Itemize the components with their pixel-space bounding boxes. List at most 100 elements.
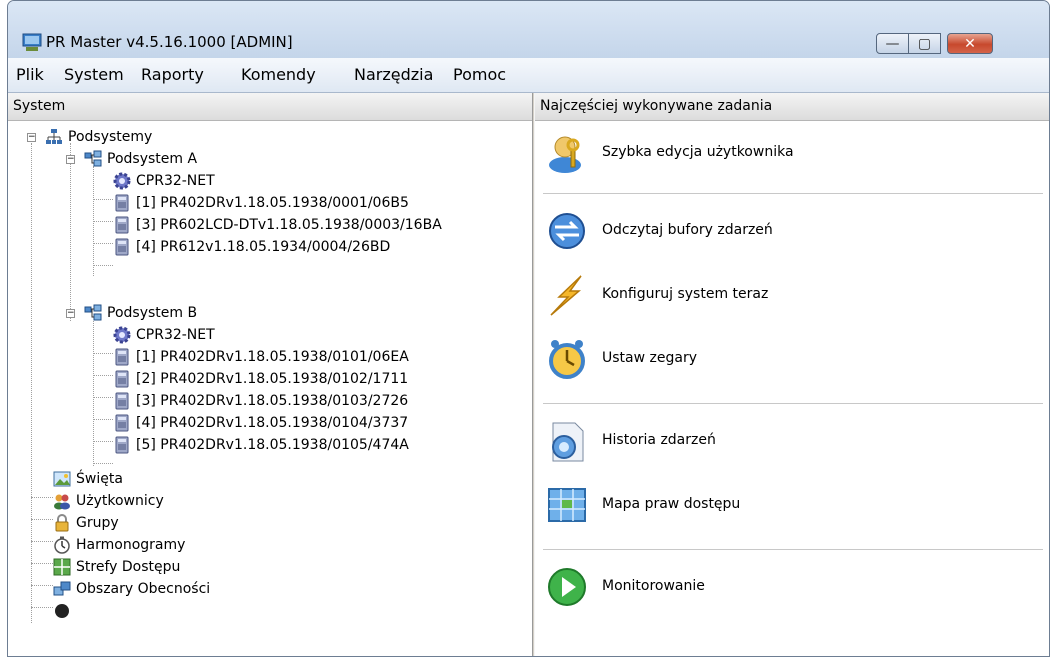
tree-item-grupy[interactable]: Grupy	[53, 513, 119, 533]
tree-item-controller[interactable]: [2] PR402DRv1.18.05.1938/0102/1711	[113, 369, 408, 389]
menu-narzedzia[interactable]: Narzędzia	[354, 65, 433, 84]
minimize-button[interactable]: —	[876, 33, 909, 54]
menu-system[interactable]: System	[64, 65, 124, 84]
tree-item-podsystem-b[interactable]: Podsystem B	[84, 303, 197, 323]
tree-line	[31, 541, 53, 542]
close-button[interactable]: ✕	[947, 33, 993, 54]
network-icon	[45, 128, 63, 146]
stopwatch-icon	[53, 536, 71, 554]
task-quick-user-edit[interactable]: Szybka edycja użytkownika	[535, 125, 1045, 185]
gear-icon	[113, 172, 131, 190]
tree-item-uzytkownicy[interactable]: Użytkownicy	[53, 491, 164, 511]
tree-item-controller[interactable]: [3] PR402DRv1.18.05.1938/0103/2726	[113, 391, 408, 411]
tree-item-label: [3] PR602LCD-DTv1.18.05.1938/0003/16BA	[136, 217, 442, 233]
menu-raporty[interactable]: Raporty	[141, 65, 204, 84]
tree-item-label: Użytkownicy	[76, 493, 164, 509]
tree-line	[93, 265, 113, 266]
controller-icon	[113, 238, 131, 256]
tree-item-label: [3] PR402DRv1.18.05.1938/0103/2726	[136, 393, 409, 409]
tree-item-swieta[interactable]: Święta	[53, 469, 123, 489]
tree-line	[31, 585, 53, 586]
tree-item-controller[interactable]: [4] PR612v1.18.05.1934/0004/26BD	[113, 237, 390, 257]
task-label: Odczytaj bufory zdarzeń	[602, 222, 773, 238]
task-label: Ustaw zegary	[602, 350, 697, 366]
lightning-icon	[550, 275, 582, 316]
task-label: Szybka edycja użytkownika	[602, 144, 794, 160]
task-monitoring[interactable]: Monitorowanie	[535, 559, 1045, 619]
task-read-event-buffers[interactable]: Odczytaj bufory zdarzeń	[535, 203, 1045, 263]
collapse-toggle[interactable]: −	[27, 133, 36, 142]
holiday-picture-icon	[53, 470, 71, 488]
tree-line	[93, 243, 113, 244]
subsystem-icon	[84, 304, 102, 322]
tree-item-label: Strefy Dostępu	[76, 559, 181, 575]
tree-item-label: Grupy	[76, 515, 119, 531]
zones-grid-icon	[53, 558, 71, 576]
tree-item-harmonogramy[interactable]: Harmonogramy	[53, 535, 185, 555]
tree-item-controller[interactable]: [5] PR402DRv1.18.05.1938/0105/474A	[113, 435, 409, 455]
task-set-clocks[interactable]: Ustaw zegary	[535, 331, 1045, 391]
tree-item-obszary-obecnosci[interactable]: Obszary Obecności	[53, 579, 210, 599]
tree-item-partial	[53, 601, 76, 621]
menu-plik[interactable]: Plik	[16, 65, 44, 84]
history-icon	[552, 422, 584, 462]
tree-item-label: [4] PR612v1.18.05.1934/0004/26BD	[136, 239, 391, 255]
collapse-toggle[interactable]: −	[66, 309, 75, 318]
maximize-button[interactable]: ▢	[908, 33, 941, 54]
task-access-rights-map[interactable]: Mapa praw dostępu	[535, 477, 1045, 537]
task-event-history[interactable]: Historia zdarzeń	[535, 413, 1045, 473]
controller-icon	[113, 436, 131, 454]
controller-icon	[113, 194, 131, 212]
tree-line	[31, 143, 32, 623]
collapse-toggle[interactable]: −	[66, 155, 75, 164]
tree-item-controller[interactable]: [1] PR402DRv1.18.05.1938/0101/06EA	[113, 347, 409, 367]
tree-line	[93, 221, 113, 222]
tree-item-controller[interactable]: [1] PR402DRv1.18.05.1938/0001/06B5	[113, 193, 409, 213]
monitoring-play-icon	[548, 568, 586, 606]
main-window: PR Master v4.5.16.1000 [ADMIN] — ▢ ✕ Pli…	[7, 0, 1050, 657]
app-icon	[22, 33, 42, 51]
tree-item-label: [4] PR402DRv1.18.05.1938/0104/3737	[136, 415, 409, 431]
subsystem-icon	[84, 150, 102, 168]
controller-icon	[113, 414, 131, 432]
menu-komendy[interactable]: Komendy	[241, 65, 316, 84]
tree-line	[93, 397, 113, 398]
menu-bar: Plik System Raporty Komendy Narzędzia Po…	[8, 58, 1049, 93]
read-buffer-icon	[549, 213, 585, 249]
tree-item-label: [5] PR402DRv1.18.05.1938/0105/474A	[136, 437, 409, 453]
tree-line	[31, 519, 53, 520]
users-icon	[53, 492, 71, 510]
controller-icon	[113, 370, 131, 388]
tree-line	[93, 463, 113, 464]
tree-item-label: [1] PR402DRv1.18.05.1938/0001/06B5	[136, 195, 409, 211]
task-separator	[543, 549, 1043, 550]
tree-item-controller[interactable]: [3] PR602LCD-DTv1.18.05.1938/0003/16BA	[113, 215, 442, 235]
tree-line	[93, 419, 113, 420]
tree-item-cpr32-net[interactable]: CPR32-NET	[113, 171, 215, 191]
task-configure-system[interactable]: Konfiguruj system teraz	[535, 267, 1045, 327]
tree-item-strefy-dostepu[interactable]: Strefy Dostępu	[53, 557, 180, 577]
gear-icon	[113, 326, 131, 344]
tree-item-label: Podsystem B	[107, 305, 198, 321]
tree-item-label: Obszary Obecności	[76, 581, 211, 597]
system-tree[interactable]: − − − Podsystemy Podsystem A CPR32-NET […	[8, 121, 532, 656]
tree-item-podsystemy[interactable]: Podsystemy	[45, 127, 152, 147]
alarm-clock-icon	[549, 340, 585, 379]
title-bar[interactable]: PR Master v4.5.16.1000 [ADMIN] — ▢ ✕	[8, 1, 1049, 58]
task-label: Mapa praw dostępu	[602, 496, 741, 512]
user-key-icon	[549, 136, 581, 173]
areas-icon	[53, 580, 71, 598]
tree-item-controller[interactable]: [4] PR402DRv1.18.05.1938/0104/3737	[113, 413, 408, 433]
task-label: Konfiguruj system teraz	[602, 286, 769, 302]
tree-item-cpr32-net[interactable]: CPR32-NET	[113, 325, 215, 345]
tree-line	[70, 143, 71, 321]
tree-line	[93, 199, 113, 200]
access-map-icon	[548, 488, 586, 522]
tree-line	[93, 353, 113, 354]
tree-item-podsystem-a[interactable]: Podsystem A	[84, 149, 197, 169]
tree-item-label: Harmonogramy	[76, 537, 186, 553]
controller-icon	[113, 392, 131, 410]
menu-pomoc[interactable]: Pomoc	[453, 65, 506, 84]
tasks-panel-header: Najczęściej wykonywane zadania	[535, 93, 1049, 121]
window-title: PR Master v4.5.16.1000 [ADMIN]	[46, 33, 293, 51]
